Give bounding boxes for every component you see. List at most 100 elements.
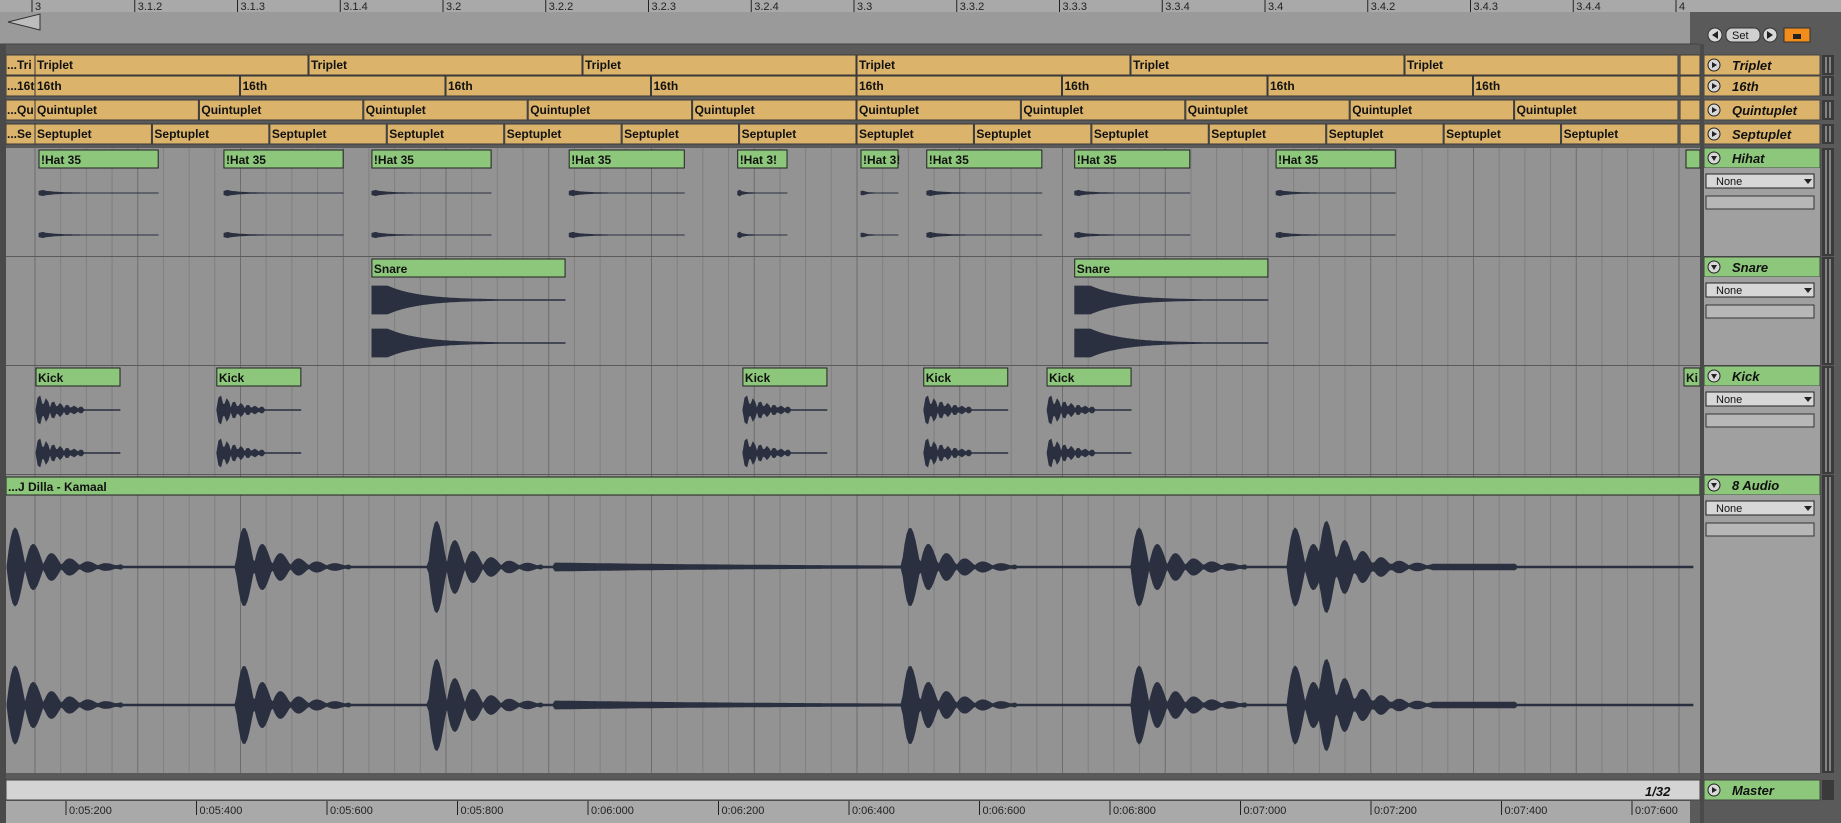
meter-clip[interactable] bbox=[582, 54, 857, 76]
meter-clip[interactable] bbox=[240, 75, 446, 97]
ruler-label: 3.1.3 bbox=[241, 1, 265, 13]
meter-clip-edge[interactable] bbox=[1679, 54, 1701, 76]
clip-label: Septuplet bbox=[1564, 127, 1619, 141]
track-header-kick[interactable]: Kick None bbox=[1703, 365, 1821, 475]
time-label: 0:06:600 bbox=[983, 805, 1026, 817]
clip-label: Ki bbox=[1686, 371, 1698, 385]
ruler-label: 3.1.4 bbox=[343, 1, 367, 13]
clip-label: Quintuplet bbox=[201, 103, 261, 117]
clip-label: Septuplet bbox=[272, 127, 327, 141]
track-name: Septuplet bbox=[1732, 127, 1792, 142]
meter-clip[interactable] bbox=[34, 75, 240, 97]
ruler-label: 3.3 bbox=[857, 1, 872, 13]
meter-clip[interactable] bbox=[308, 54, 583, 76]
track-name: Master bbox=[1732, 783, 1775, 798]
clip-label: Triplet bbox=[37, 58, 73, 72]
meter-clip-edge[interactable] bbox=[1679, 75, 1701, 97]
clip-label: Triplet bbox=[1407, 58, 1443, 72]
meter-clip-edge[interactable] bbox=[1679, 123, 1701, 145]
clip-label: Quintuplet bbox=[859, 103, 919, 117]
track-name: Quintuplet bbox=[1732, 103, 1798, 118]
meter-clip[interactable] bbox=[1130, 54, 1405, 76]
arrangement-svg[interactable]: 3 3.1.2 3.1.3 3.1.4 3.2 3.2.2 3.2.3 3.2.4 3.3 3.3… bbox=[0, 0, 1841, 823]
clip-label: Septuplet bbox=[1446, 127, 1501, 141]
track-header-16th[interactable]: 16th bbox=[1703, 75, 1821, 97]
ruler-label: 3.4 bbox=[1268, 1, 1283, 13]
track-header-hihat[interactable]: Hihat None bbox=[1703, 147, 1821, 257]
time-label: 0:06:800 bbox=[1113, 805, 1156, 817]
output-field[interactable] bbox=[1705, 304, 1815, 319]
master-lane[interactable] bbox=[5, 779, 1701, 801]
output-field[interactable] bbox=[1705, 522, 1815, 537]
time-label: 0:07:400 bbox=[1505, 805, 1548, 817]
track-header-snare[interactable]: Snare None bbox=[1703, 256, 1821, 366]
scrub-area[interactable] bbox=[0, 12, 1690, 44]
clip-label: !Hat 3! bbox=[863, 153, 900, 167]
clip-label: Triplet bbox=[311, 58, 347, 72]
clip-label: ...J Dilla - Kamaal bbox=[8, 480, 107, 494]
clip-label: Kick bbox=[1049, 371, 1075, 385]
ruler-label: 3 bbox=[35, 1, 41, 13]
hihat-clip-edge[interactable] bbox=[1685, 149, 1701, 169]
lock-icon bbox=[1793, 34, 1801, 39]
track-lane-8-audio[interactable] bbox=[6, 475, 1700, 773]
clip-label: Septuplet bbox=[1329, 127, 1384, 141]
beat-ruler[interactable] bbox=[0, 0, 1841, 12]
clip-label: !Hat 35 bbox=[571, 153, 611, 167]
track-lane-snare[interactable] bbox=[6, 257, 1700, 365]
clip-label: 16th bbox=[1270, 79, 1295, 93]
time-label: 0:06:000 bbox=[591, 805, 634, 817]
time-label: 0:05:800 bbox=[461, 805, 504, 817]
track-name-strip[interactable] bbox=[1703, 365, 1821, 387]
clip-label: Septuplet bbox=[859, 127, 914, 141]
time-label: 0:06:200 bbox=[722, 805, 765, 817]
ruler-label: 3.2 bbox=[446, 1, 461, 13]
clip-label: Septuplet bbox=[1211, 127, 1266, 141]
track-name: Triplet bbox=[1732, 58, 1772, 73]
clip-label: Snare bbox=[1077, 262, 1111, 276]
meter-clip[interactable] bbox=[1267, 75, 1473, 97]
audio-clip[interactable] bbox=[5, 476, 1701, 496]
clip-label: Kick bbox=[38, 371, 64, 385]
output-field[interactable] bbox=[1705, 413, 1815, 428]
ruler-label: 3.3.4 bbox=[1165, 1, 1189, 13]
input-select-value: None bbox=[1716, 503, 1742, 515]
meter-clip[interactable] bbox=[856, 54, 1131, 76]
clip-label: Triplet bbox=[859, 58, 895, 72]
track-header-quintuplet[interactable]: Quintuplet bbox=[1703, 99, 1821, 121]
level-meter bbox=[1822, 55, 1834, 75]
clip-label: 16th bbox=[37, 79, 62, 93]
time-label: 0:07:200 bbox=[1374, 805, 1417, 817]
clip-label: Quintuplet bbox=[1352, 103, 1412, 117]
track-name: 16th bbox=[1732, 79, 1759, 94]
meter-clip[interactable] bbox=[1473, 75, 1679, 97]
level-meter bbox=[1822, 76, 1834, 96]
meter-clip[interactable] bbox=[1062, 75, 1268, 97]
splitter[interactable] bbox=[1700, 44, 1704, 823]
time-ruler[interactable] bbox=[0, 801, 1690, 823]
time-label: 0:05:200 bbox=[69, 805, 112, 817]
output-field[interactable] bbox=[1705, 195, 1815, 210]
meter-clip[interactable] bbox=[445, 75, 651, 97]
track-header-8-audio[interactable]: 8 Audio None bbox=[1703, 474, 1821, 774]
track-header-septuplet[interactable]: Septuplet bbox=[1703, 123, 1821, 145]
clip-label: Quintuplet bbox=[530, 103, 590, 117]
meter-clip[interactable] bbox=[651, 75, 857, 97]
left-border bbox=[0, 44, 6, 823]
meter-clip[interactable] bbox=[1404, 54, 1679, 76]
meter-clip[interactable] bbox=[856, 75, 1062, 97]
clip-label: !Hat 35 bbox=[1278, 153, 1318, 167]
track-header-master[interactable]: Master bbox=[1703, 779, 1821, 801]
arrangement-view[interactable]: 3 3.1.2 3.1.3 3.1.4 3.2 3.2.2 3.2.3 3.2.4 3.3 3.3… bbox=[0, 0, 1841, 823]
clip-label: !Hat 35 bbox=[1077, 153, 1117, 167]
track-header-triplet[interactable]: Triplet bbox=[1703, 54, 1821, 76]
meter-clip-edge[interactable] bbox=[1679, 99, 1701, 121]
level-meter bbox=[1822, 124, 1834, 144]
level-meter bbox=[1822, 257, 1834, 365]
track-name: 8 Audio bbox=[1732, 478, 1779, 493]
track-name-strip[interactable] bbox=[1703, 75, 1821, 97]
meter-clip[interactable] bbox=[34, 54, 309, 76]
clip-label: Quintuplet bbox=[1188, 103, 1248, 117]
time-label: 0:07:000 bbox=[1244, 805, 1287, 817]
clip-label: !Hat 35 bbox=[226, 153, 266, 167]
